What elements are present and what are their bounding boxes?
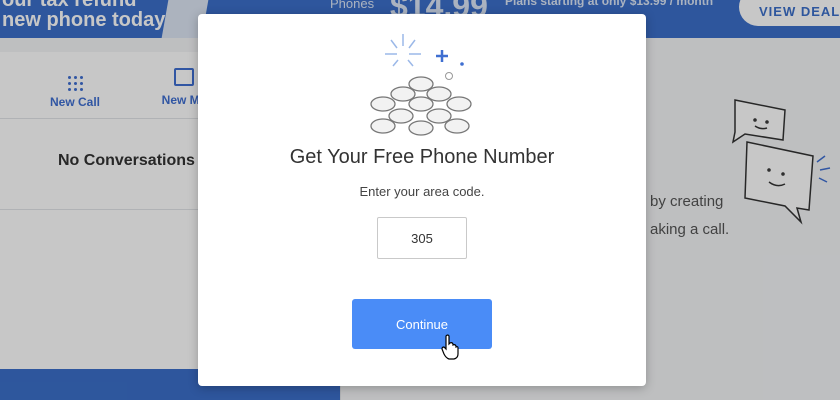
modal-title: Get Your Free Phone Number [289, 146, 555, 168]
continue-button[interactable]: Continue [352, 299, 492, 349]
coins-illustration [370, 34, 472, 136]
hand-cursor-icon [441, 334, 459, 360]
modal-subtitle: Enter your area code. [359, 184, 485, 199]
free-number-modal: Get Your Free Phone Number Enter your ar… [198, 14, 646, 386]
area-code-input[interactable] [377, 217, 467, 259]
